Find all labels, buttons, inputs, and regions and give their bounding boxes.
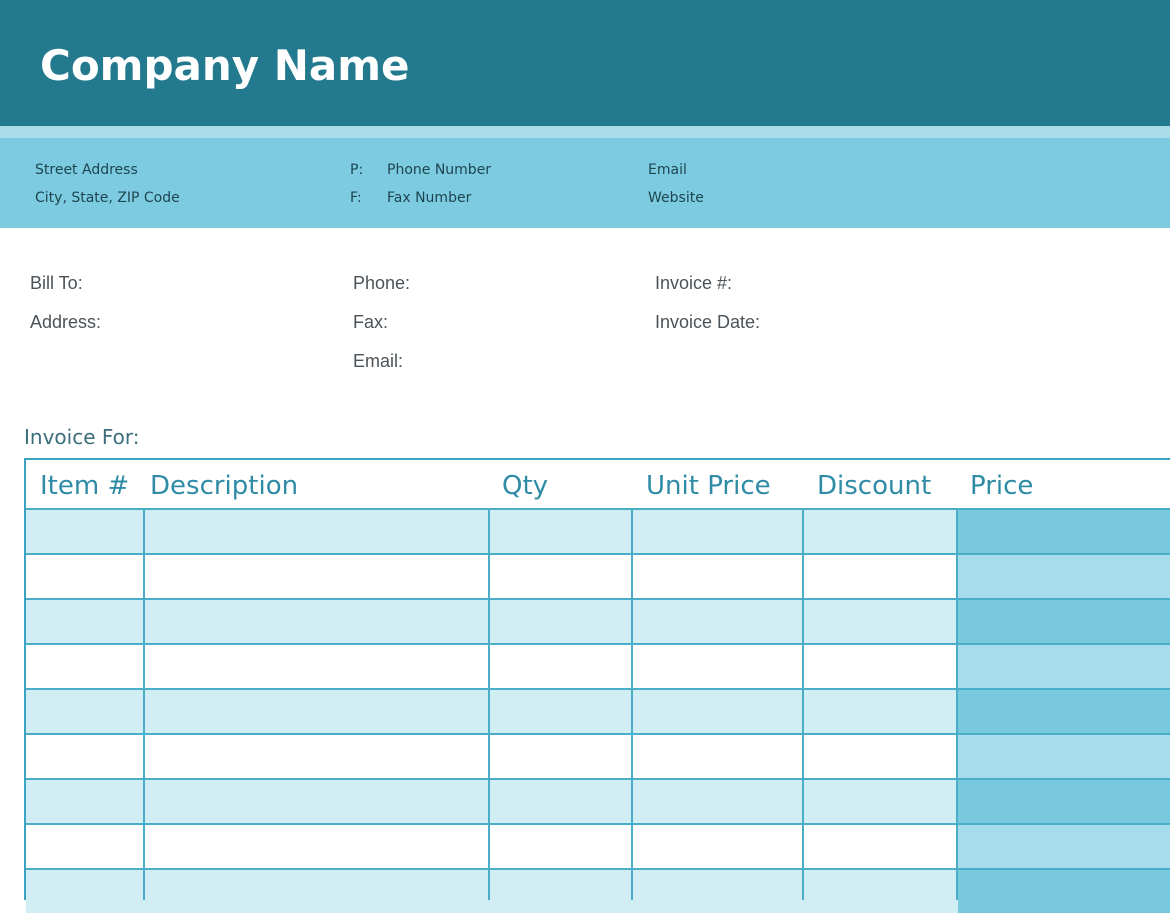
- fax-label: Fax:: [353, 312, 389, 332]
- invoice-items-table: Item # Description Qty Unit Price Discou…: [24, 458, 1170, 913]
- company-name: Company Name: [40, 41, 410, 90]
- company-email: Email: [648, 162, 687, 178]
- fax-number: Fax Number: [387, 190, 472, 206]
- bill-to-label: Bill To:: [30, 273, 83, 293]
- header-band: Company Name: [0, 0, 1170, 126]
- fax-prefix: F:: [350, 190, 362, 206]
- invoice-date-label: Invoice Date:: [655, 312, 761, 332]
- email-label: Email:: [353, 351, 404, 371]
- phone-label: Phone:: [353, 273, 411, 293]
- contact-band: Street Address City, State, ZIP Code P: …: [0, 138, 1170, 228]
- table-border: [24, 458, 1170, 900]
- invoice-number-label: Invoice #:: [655, 273, 733, 293]
- invoice-for-label: Invoice For:: [24, 425, 140, 449]
- phone-prefix: P:: [350, 162, 364, 178]
- address-label: Address:: [30, 312, 102, 332]
- phone-number: Phone Number: [387, 162, 492, 178]
- header-divider: [0, 126, 1170, 138]
- street-address: Street Address: [35, 162, 138, 178]
- city-state-zip: City, State, ZIP Code: [35, 190, 180, 206]
- company-website: Website: [648, 190, 704, 206]
